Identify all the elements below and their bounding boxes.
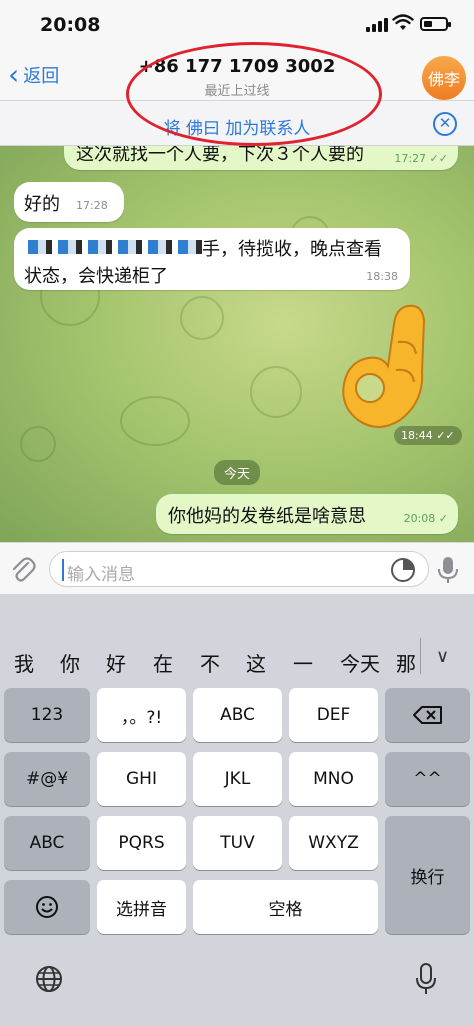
wifi-icon (392, 14, 414, 30)
candidate-word[interactable]: 好 (106, 648, 126, 677)
sticker-time: 18:44 ✓✓ (394, 426, 462, 445)
candidate-divider (420, 638, 421, 674)
telegram-chat-screen: 20:08 ‹ 返回 +86 177 1709 3002 最近上过线 佛李 将 … (0, 0, 474, 1026)
candidate-bar: 我 你 好 在 不 这 一 今天 那 ∨ (0, 594, 474, 680)
message-text: 你他妈的发卷纸是啥意思 (168, 506, 366, 527)
message-text: 状态，会快递柜了 (24, 266, 168, 287)
candidate-word[interactable]: 不 (200, 648, 220, 677)
key-symbols[interactable]: #@¥ (4, 752, 90, 806)
key-abc[interactable]: ABC (193, 688, 282, 742)
message-list[interactable]: 这次就找一个人要，下次３个人要的 17:27 ✓✓ 好的 17:28 手，待揽收… (0, 146, 474, 542)
text-caret (62, 559, 64, 581)
key-mno[interactable]: MNO (289, 752, 378, 806)
message-bubble[interactable]: 好的 17:28 (14, 182, 124, 222)
battery-icon (420, 17, 451, 31)
avatar[interactable]: 佛李 (422, 56, 466, 100)
key-jkl[interactable]: JKL (193, 752, 282, 806)
contact-phone[interactable]: +86 177 1709 3002 (0, 56, 474, 77)
message-time: 18:38 (366, 270, 398, 283)
close-icon[interactable]: ✕ (433, 112, 457, 136)
attach-icon[interactable] (10, 555, 36, 583)
key-def[interactable]: DEF (289, 688, 378, 742)
candidate-word[interactable]: 我 (14, 648, 34, 677)
add-contact-link[interactable]: 将 佛曰 加为联系人 (0, 114, 474, 139)
dictation-microphone-icon[interactable] (414, 962, 438, 996)
message-time: 20:08 ✓ (403, 512, 448, 525)
key-select-pinyin[interactable]: 选拼音 (97, 880, 186, 934)
wallpaper-doodle (250, 366, 302, 418)
key-space[interactable]: 空格 (193, 880, 378, 934)
chat-header: ‹ 返回 +86 177 1709 3002 最近上过线 佛李 (0, 50, 474, 100)
key-ghi[interactable]: GHI (97, 752, 186, 806)
add-contact-bar: 将 佛曰 加为联系人 ✕ (0, 100, 474, 146)
wallpaper-doodle (120, 396, 190, 446)
date-separator: 今天 (214, 460, 261, 485)
key-abc-mode[interactable]: ABC (4, 816, 90, 870)
key-123[interactable]: 123 (4, 688, 90, 742)
message-time: 17:28 (76, 199, 108, 212)
chevron-down-icon[interactable]: ∨ (436, 646, 449, 667)
globe-icon[interactable] (34, 964, 64, 994)
message-text: 好的 (24, 194, 60, 215)
keyboard: 我 你 好 在 不 这 一 今天 那 ∨ 123 ，。?! ABC DEF #@… (0, 594, 474, 1026)
message-input-bar: 输入消息 (0, 542, 474, 594)
key-newline[interactable]: 换行 (385, 816, 470, 934)
status-time: 20:08 (40, 14, 101, 36)
message-text: 手，待揽收，晚点查看 (202, 239, 382, 260)
key-wxyz[interactable]: WXYZ (289, 816, 378, 870)
signal-icon (366, 18, 388, 32)
candidate-word[interactable]: 今天 (340, 648, 380, 677)
microphone-icon[interactable] (437, 555, 459, 585)
candidate-word[interactable]: 那 (396, 648, 418, 677)
ok-hand-sticker[interactable] (338, 302, 434, 442)
message-bubble[interactable]: 你他妈的发卷纸是啥意思 20:08 ✓ (156, 494, 458, 534)
sticker-icon[interactable] (390, 557, 416, 583)
key-pqrs[interactable]: PQRS (97, 816, 186, 870)
key-punctuation[interactable]: ，。?! (97, 688, 186, 742)
message-time: 17:27 ✓✓ (394, 152, 448, 165)
candidate-word[interactable]: 一 (293, 648, 313, 677)
wallpaper-doodle (20, 426, 56, 462)
key-emoticon[interactable]: ^^ (385, 752, 470, 806)
candidate-word[interactable]: 你 (60, 648, 80, 677)
input-placeholder: 输入消息 (67, 565, 135, 585)
candidate-word[interactable]: 在 (153, 648, 173, 677)
last-seen-status: 最近上过线 (204, 84, 270, 99)
redacted-pixels (28, 240, 204, 254)
key-tuv[interactable]: TUV (193, 816, 282, 870)
backspace-icon (412, 706, 442, 724)
wallpaper-doodle (180, 296, 224, 340)
message-bubble[interactable]: 这次就找一个人要，下次３个人要的 17:27 ✓✓ (64, 146, 458, 170)
candidate-word[interactable]: 这 (246, 648, 266, 677)
message-input[interactable]: 输入消息 (49, 551, 429, 587)
backspace-key[interactable] (385, 688, 470, 742)
status-bar: 20:08 (0, 0, 474, 50)
message-bubble[interactable]: 手，待揽收，晚点查看 状态，会快递柜了 18:38 (14, 228, 410, 290)
emoji-key[interactable] (4, 880, 90, 934)
emoji-icon (36, 896, 58, 918)
message-text: 这次就找一个人要，下次３个人要的 (76, 146, 364, 165)
